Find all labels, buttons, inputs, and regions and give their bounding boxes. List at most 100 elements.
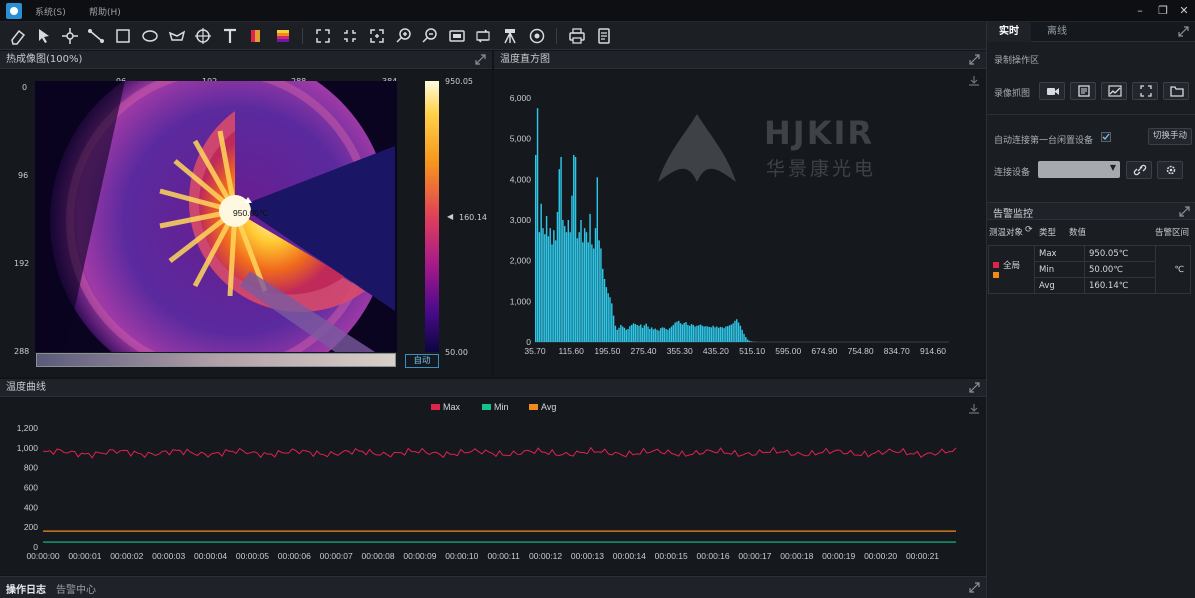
alarm-type-cell: Avg (1034, 277, 1085, 294)
open-folder-button[interactable] (1163, 82, 1189, 100)
thermal-range-slider[interactable] (36, 353, 396, 367)
histogram-bar (647, 326, 649, 342)
histogram-bar (542, 228, 544, 342)
color-fill-icon[interactable] (246, 26, 266, 46)
y-tick-label: 6,000 (510, 93, 532, 103)
expand-icon[interactable] (475, 54, 486, 65)
expand-icon[interactable] (1179, 206, 1190, 217)
eraser-icon[interactable] (8, 26, 28, 46)
select-cursor-icon[interactable] (34, 26, 54, 46)
x-tick-label: 195.50 (594, 346, 620, 356)
expand-icon[interactable] (969, 382, 980, 393)
rectangle-tool-icon[interactable] (113, 26, 133, 46)
device-select-dropdown[interactable]: ▼ (1038, 161, 1120, 178)
legend-swatch (482, 404, 491, 410)
tab-offline[interactable]: 离线 (1035, 22, 1079, 42)
alarm-col-type: 类型 (1039, 228, 1057, 238)
zoom-in-icon[interactable] (394, 26, 414, 46)
line-tool-icon[interactable] (86, 26, 106, 46)
histogram-bar (746, 339, 749, 342)
histogram-bar (728, 325, 731, 342)
settings-wheel-icon[interactable] (527, 26, 547, 46)
histogram-bar (634, 324, 637, 342)
record-video-button[interactable] (1039, 82, 1065, 100)
x-tick-label: 00:00:01 (68, 551, 101, 561)
histogram-bar (725, 326, 727, 342)
histogram-bar (621, 326, 624, 342)
menu-system[interactable]: 系统(S) (35, 5, 66, 18)
scale-max-label: 950.05 (445, 77, 473, 86)
x-tick-label: 00:00:06 (278, 551, 311, 561)
tab-operation-log[interactable]: 操作日志 (6, 581, 46, 596)
y-tick-label: 400 (24, 502, 38, 512)
histogram-bar (652, 329, 655, 342)
histogram-bar (685, 322, 687, 342)
fit-window-icon[interactable] (340, 26, 360, 46)
histogram-bar (632, 323, 635, 342)
minimize-icon[interactable]: – (1132, 3, 1148, 19)
histogram-bar (576, 238, 579, 342)
switch-manual-button[interactable]: 切换手动 (1148, 128, 1192, 145)
x-tick-label: 00:00:18 (780, 551, 813, 561)
tab-realtime[interactable]: 实时 (987, 22, 1031, 42)
histogram-bar (739, 325, 742, 342)
histogram-bar (712, 325, 714, 342)
snapshot-frame-icon[interactable] (447, 26, 467, 46)
toolbar-separator (556, 28, 557, 44)
point-tool-icon[interactable] (60, 26, 80, 46)
histogram-bar (540, 203, 542, 342)
tripod-icon[interactable] (500, 26, 520, 46)
capture-icon (1078, 85, 1090, 97)
histogram-bar (745, 337, 747, 342)
report-icon[interactable] (594, 26, 614, 46)
palette-icon[interactable] (273, 26, 293, 46)
histogram-bar (692, 324, 695, 342)
auto-connect-checkbox[interactable] (1101, 132, 1111, 142)
histogram-bar (565, 232, 568, 342)
print-icon[interactable] (567, 26, 587, 46)
zoom-region-icon[interactable] (367, 26, 387, 46)
x-tick-label: 914.60 (920, 346, 946, 356)
histogram-bar (536, 108, 539, 342)
alarm-col-target: 测温对象 (989, 228, 1024, 238)
expand-icon[interactable] (969, 582, 980, 593)
expand-icon[interactable] (1178, 26, 1189, 37)
histogram-bar (717, 327, 720, 342)
crosshair-icon[interactable] (193, 26, 213, 46)
expand-icon[interactable] (969, 54, 980, 65)
connect-link-button[interactable] (1126, 161, 1152, 179)
x-tick-label: 35.70 (524, 346, 546, 356)
region-capture-button[interactable] (1132, 82, 1158, 100)
y-tick-label: 600 (24, 483, 38, 493)
device-settings-button[interactable] (1157, 161, 1183, 179)
fullscreen-icon[interactable] (313, 26, 333, 46)
histogram-bar (705, 326, 707, 342)
thermal-image[interactable]: 950.05℃ (35, 81, 397, 352)
alarm-value-cell: 160.14℃ (1084, 277, 1156, 294)
histogram-bar (643, 325, 646, 342)
histogram-bar (659, 328, 662, 342)
zoom-out-icon[interactable] (420, 26, 440, 46)
close-icon[interactable]: ✕ (1176, 3, 1192, 19)
restore-icon[interactable]: ❐ (1155, 3, 1171, 19)
histogram-bar (596, 177, 599, 342)
color-scale-bar (425, 81, 439, 352)
curve-panel-header: 温度曲线 (0, 379, 986, 397)
tab-alarm-center[interactable]: 告警中心 (56, 581, 96, 596)
scale-mid-label: 160.14 (459, 213, 487, 222)
ellipse-tool-icon[interactable] (140, 26, 160, 46)
histogram-panel-header: 温度直方图 (494, 51, 986, 69)
curve-panel: 0 200 400 600 800 1,000 1,200 00:00:00 00:00:01 0… (0, 398, 986, 575)
refresh-icon[interactable]: ⟳ (1025, 225, 1033, 235)
histogram-bar (748, 340, 751, 342)
rotate-icon[interactable] (473, 26, 493, 46)
histogram-bar (583, 228, 586, 342)
trend-button[interactable] (1101, 82, 1127, 100)
menu-help[interactable]: 帮助(H) (89, 5, 121, 18)
histogram-panel: HJKIR 华景康光电 0 1,000 2,000 3,000 4,000 5,000 6,… (494, 70, 986, 377)
polygon-tool-icon[interactable] (167, 26, 187, 46)
region-select-icon (1140, 85, 1152, 97)
capture-image-button[interactable] (1070, 82, 1096, 100)
auto-range-button[interactable]: 自动 (405, 354, 439, 368)
text-tool-icon[interactable] (220, 26, 240, 46)
